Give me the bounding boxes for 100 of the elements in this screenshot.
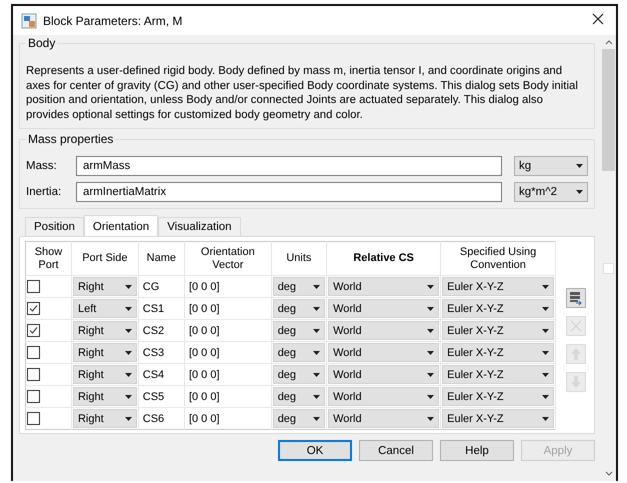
field-label: Inertia:	[26, 186, 62, 198]
dropdown[interactable]: Right	[72, 387, 137, 406]
caret-icon	[427, 416, 434, 420]
dropdown[interactable]: Right	[72, 321, 137, 340]
dropdown[interactable]: Left	[72, 299, 137, 318]
unit-dropdown[interactable]: kg	[514, 156, 588, 176]
column-header: Relative CS	[326, 242, 441, 276]
checkbox[interactable]	[27, 302, 40, 315]
dropdown[interactable]: World	[328, 365, 440, 384]
column-header: Specified Using Convention	[440, 242, 556, 276]
group-title: Body	[26, 36, 58, 50]
dropdown[interactable]: deg	[272, 277, 326, 296]
dropdown[interactable]: Euler X-Y-Z	[442, 299, 554, 318]
close-icon	[592, 12, 604, 24]
caret-icon	[313, 416, 320, 420]
checkbox[interactable]	[27, 412, 40, 425]
tab[interactable]: Position	[25, 217, 84, 236]
caret-icon	[124, 284, 132, 288]
caret-icon	[576, 164, 583, 168]
dropdown[interactable]: World	[328, 321, 440, 340]
dropdown[interactable]: Right	[72, 343, 137, 362]
caret-icon	[427, 328, 434, 332]
table-cell: [0 0 0]	[184, 298, 272, 320]
caret-icon	[427, 350, 434, 354]
column-header: Orientation Vector	[184, 242, 272, 276]
table-cell: [0 0 0]	[184, 408, 272, 430]
caret-icon	[427, 394, 434, 398]
column-header: Show Port	[26, 242, 72, 276]
dropdown[interactable]: deg	[272, 321, 326, 340]
caret-icon	[542, 416, 549, 420]
caret-icon	[542, 306, 549, 310]
caret-icon	[542, 284, 549, 288]
caret-icon	[427, 306, 434, 310]
column-header: Name	[138, 242, 184, 276]
column-header: Units	[271, 242, 327, 276]
caret-icon	[313, 372, 320, 376]
checkbox[interactable]	[27, 324, 40, 337]
table-cell: [0 0 0]	[184, 342, 272, 364]
caret-icon	[124, 372, 132, 376]
dialog-button[interactable]: Cancel	[359, 440, 433, 461]
text-field[interactable]: armInertiaMatrix	[76, 182, 502, 202]
window-title: Block Parameters: Arm, M	[43, 14, 184, 28]
text-field[interactable]: armMass	[76, 156, 502, 176]
table-cell: [0 0 0]	[184, 276, 272, 298]
dropdown[interactable]: World	[328, 387, 440, 406]
table-cell: CG	[138, 276, 184, 298]
table-cell: CS6	[138, 408, 184, 430]
dropdown[interactable]: Right	[72, 365, 137, 384]
dropdown[interactable]: Euler X-Y-Z	[442, 365, 554, 384]
dialog-button[interactable]: OK	[278, 440, 352, 461]
caret-icon	[576, 190, 583, 194]
checkbox[interactable]	[27, 280, 40, 293]
caret-icon	[313, 350, 320, 354]
dropdown[interactable]: World	[328, 409, 440, 428]
toolbar-button[interactable]	[566, 288, 586, 308]
caret-icon	[542, 372, 549, 376]
field-label: Mass:	[26, 160, 58, 172]
caret-icon	[427, 284, 434, 288]
checkbox[interactable]	[27, 346, 40, 359]
dropdown[interactable]: Right	[72, 409, 137, 428]
caret-icon	[313, 284, 320, 288]
caret-icon	[124, 416, 132, 420]
description-text: Represents a user-defined rigid body. Body defined by mass m, inertia tensor I, and coordinate origins and axes for center of gravity (CG) and other user-specified Body coordinate systems. This dialog sets Body initial position and orientation, unless Body and/or connected Joints are actuated separately. This dialog also provides optional settings for customized body geometry and color.	[26, 64, 579, 122]
dropdown[interactable]: deg	[272, 387, 326, 406]
check-icon	[29, 304, 38, 313]
dropdown[interactable]: World	[328, 299, 440, 318]
caret-icon	[542, 350, 549, 354]
table-cell: CS4	[138, 364, 184, 386]
block-icon	[21, 12, 37, 28]
dropdown[interactable]: Euler X-Y-Z	[442, 343, 554, 362]
table-cell: CS3	[138, 342, 184, 364]
dropdown[interactable]: Euler X-Y-Z	[442, 321, 554, 340]
caret-icon	[542, 394, 549, 398]
dropdown[interactable]: World	[328, 343, 440, 362]
dropdown[interactable]: deg	[272, 409, 326, 428]
tab[interactable]: Orientation	[84, 215, 158, 236]
dropdown[interactable]: deg	[272, 365, 326, 384]
dropdown[interactable]: deg	[272, 299, 326, 318]
caret-icon	[313, 306, 320, 310]
caret-icon	[124, 350, 132, 354]
dropdown[interactable]: World	[328, 277, 440, 296]
dropdown[interactable]: Euler X-Y-Z	[442, 277, 554, 296]
caret-icon	[124, 394, 132, 398]
unit-dropdown[interactable]: kg*m^2	[514, 182, 588, 202]
tab[interactable]: Visualization	[158, 217, 241, 236]
group-title: Mass properties	[26, 132, 116, 146]
dropdown[interactable]: Right	[72, 277, 137, 296]
table-cell: CS2	[138, 320, 184, 342]
table-cell: [0 0 0]	[184, 364, 272, 386]
caret-icon	[313, 394, 320, 398]
dropdown[interactable]: Euler X-Y-Z	[442, 409, 554, 428]
table-cell: [0 0 0]	[184, 320, 272, 342]
dropdown[interactable]: Euler X-Y-Z	[442, 387, 554, 406]
dropdown[interactable]: deg	[272, 343, 326, 362]
checkbox[interactable]	[27, 368, 40, 381]
table-cell: CS5	[138, 386, 184, 408]
checkbox[interactable]	[27, 390, 40, 403]
caret-icon	[124, 328, 132, 332]
table-cell: [0 0 0]	[184, 386, 272, 408]
dialog-button[interactable]: Help	[440, 440, 514, 461]
